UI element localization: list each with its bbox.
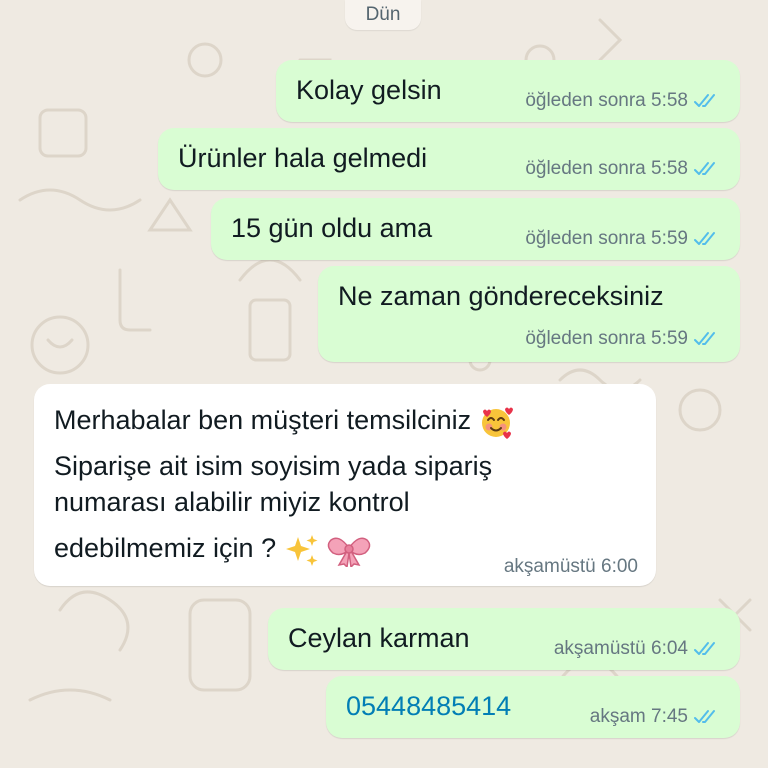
message-meta: akşamüstü 6:00 <box>504 556 638 578</box>
outgoing-message-bubble[interactable]: Ne zaman göndereceksiniz öğleden sonra 5… <box>318 266 740 362</box>
message-time: akşamüstü 6:04 <box>553 638 688 659</box>
message-meta: öğleden sonra 5:59 <box>525 328 720 350</box>
message-time: akşamüstü 6:00 <box>503 556 638 577</box>
ribbon-icon <box>327 537 371 567</box>
outgoing-message-bubble[interactable]: Ürünler hala gelmedi öğleden sonra 5:58 <box>158 128 740 190</box>
message-meta: akşam 7:45 <box>590 706 720 728</box>
date-separator: Dün <box>345 0 421 30</box>
message-meta: öğleden sonra 5:59 <box>525 228 720 250</box>
outgoing-message-bubble[interactable]: 15 gün oldu ama öğleden sonra 5:59 <box>211 198 740 260</box>
phone-number-link[interactable]: 05448485414 <box>346 686 511 726</box>
message-line-text: Siparişe ait isim soyisim yada sipariş <box>54 451 493 481</box>
message-meta: öğleden sonra 5:58 <box>525 158 720 180</box>
message-text: Kolay gelsin <box>296 75 442 105</box>
incoming-message-bubble[interactable]: Merhabalar ben müşteri temsilciniz Sipar… <box>34 384 656 586</box>
message-text: Ceylan karman <box>288 623 470 653</box>
message-line-text: Merhabalar ben müşteri temsilciniz <box>54 405 472 435</box>
outgoing-message-bubble[interactable]: Kolay gelsin öğleden sonra 5:58 <box>276 60 740 122</box>
outgoing-message-bubble[interactable]: 05448485414 akşam 7:45 <box>326 676 740 738</box>
message-time: öğleden sonra 5:59 <box>525 228 688 249</box>
message-meta: öğleden sonra 5:58 <box>525 90 720 112</box>
message-text: Ne zaman göndereceksiniz <box>338 281 664 311</box>
message-meta: akşamüstü 6:04 <box>554 638 720 660</box>
message-line: Siparişe ait isim soyisim yada sipariş <box>54 446 492 486</box>
message-time: öğleden sonra 5:58 <box>525 90 688 111</box>
message-line: edebilmemiz için ? <box>54 528 371 568</box>
smiling-face-with-hearts-icon <box>481 407 513 439</box>
double-check-read-icon <box>694 332 715 345</box>
double-check-read-icon <box>694 710 715 723</box>
message-line: numarası alabilir miyiz kontrol <box>54 482 410 522</box>
double-check-read-icon <box>694 94 715 107</box>
double-check-read-icon <box>694 232 715 245</box>
message-text: 15 gün oldu ama <box>231 213 433 243</box>
message-text: Ürünler hala gelmedi <box>178 143 428 173</box>
outgoing-message-bubble[interactable]: Ceylan karman akşamüstü 6:04 <box>268 608 740 670</box>
message-time: akşam 7:45 <box>589 706 688 727</box>
message-line-text: numarası alabilir miyiz kontrol <box>54 487 410 517</box>
double-check-read-icon <box>694 162 715 175</box>
message-line: Merhabalar ben müşteri temsilciniz <box>54 400 513 440</box>
double-check-read-icon <box>694 642 715 655</box>
message-line-text: edebilmemiz için ? <box>54 533 277 563</box>
sparkles-icon <box>285 534 318 566</box>
message-time: öğleden sonra 5:59 <box>525 328 688 349</box>
message-time: öğleden sonra 5:58 <box>525 158 688 179</box>
